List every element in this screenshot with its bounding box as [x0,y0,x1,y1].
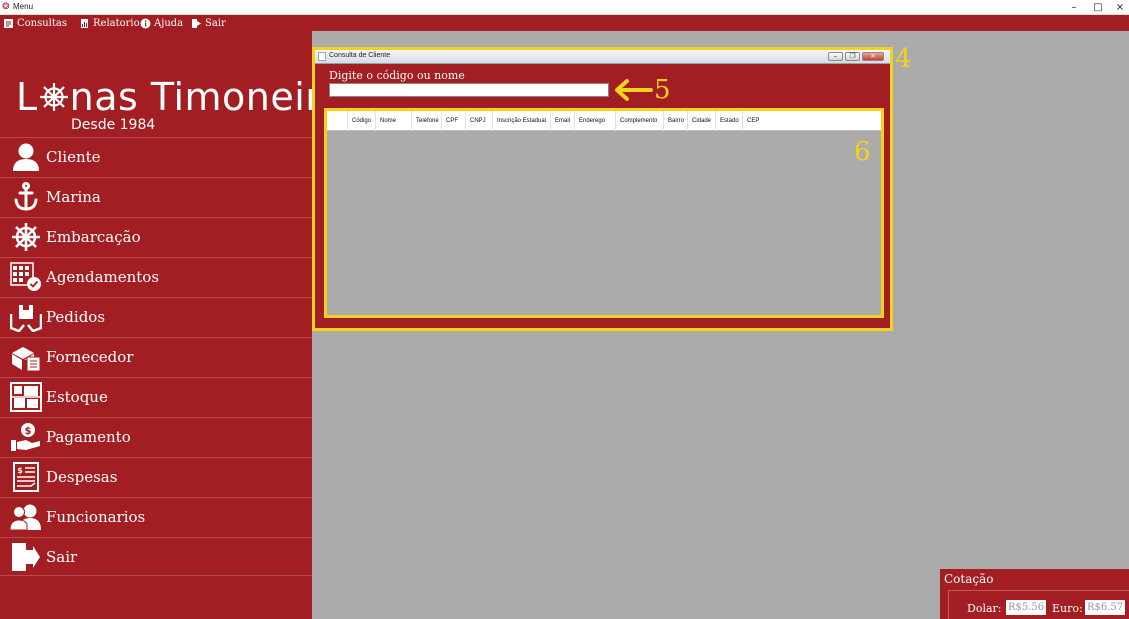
menu-strip: Consultas Relatorio Ajuda Sair [0,15,1129,31]
row-header-corner [327,111,347,131]
ship-wheel-icon [39,83,68,111]
sidebar-item-estoque[interactable]: Estoque [0,377,312,416]
annotation-marker-6: 6 [854,137,871,167]
sidebar-item-marina[interactable]: Marina [0,177,312,216]
dolar-value: R$5.56 [1006,600,1047,615]
cotacao-box: Dolar: R$5.56 Euro: R$6.57 [948,590,1129,619]
sidebar-item-pedidos[interactable]: Pedidos [0,297,312,336]
calendar-icon [8,261,44,293]
document-icon [318,52,326,61]
maximize-button[interactable]: □ [1087,0,1109,15]
brand-letter: L [16,75,38,119]
menu-label: Relatorio [93,17,140,29]
sidebar-item-label: Sair [46,547,78,566]
annotation-marker-4: 4 [895,44,912,74]
employees-icon [8,501,44,533]
orders-icon [8,301,44,333]
sidebar-item-label: Despesas [46,468,118,486]
exit-icon [8,541,44,573]
menu-label: Consultas [17,17,67,29]
sidebar-item-label: Marina [46,188,101,206]
search-prompt-label: Digite o código ou nome [329,69,465,82]
column-header[interactable]: Código [347,111,375,131]
column-header[interactable]: Email [550,111,574,131]
sidebar-item-label: Fornecedor [46,348,134,366]
menu-consultas[interactable]: Consultas [3,16,67,30]
exit-icon [191,18,202,29]
child-minimize-button[interactable]: – [828,52,843,61]
child-window-title: Consulta de Cliente [329,52,391,59]
grid-header: Código Nome Telefone CPF CNPJ Inscrição … [327,111,881,131]
supplier-icon [8,341,44,373]
consultas-icon [3,18,14,29]
app-icon: ❂ [2,2,10,12]
sidebar-item-label: Embarcação [46,228,141,246]
column-header[interactable]: Nome [375,111,411,131]
left-arrow-icon [615,79,653,101]
sidebar-item-funcionarios[interactable]: Funcionarios [0,497,312,536]
cotacao-panel: Cotação Dolar: R$5.56 Euro: R$6.57 [940,569,1129,619]
column-header[interactable]: Telefone [411,111,441,131]
column-header[interactable]: Complemento [615,111,663,131]
menu-sair[interactable]: Sair [191,16,226,30]
column-header[interactable]: Enderego [574,111,615,131]
brand-since: Desde 1984 [71,117,156,133]
sidebar-item-label: Agendamentos [46,268,160,286]
stock-icon [8,381,44,413]
consulta-cliente-window[interactable]: Consulta de Cliente – ❐ × Digite o códig… [312,47,893,331]
cotacao-title: Cotação [944,572,994,586]
menu-ajuda[interactable]: Ajuda [140,16,183,30]
euro-value: R$6.57 [1085,600,1126,615]
anchor-icon [8,181,44,213]
relatorio-icon [79,18,90,29]
child-title-bar[interactable]: Consulta de Cliente – ❐ × [315,50,890,64]
sidebar-item-sair[interactable]: Sair [0,537,312,576]
close-button[interactable]: × [1109,0,1129,15]
column-header[interactable]: Cidade [687,111,715,131]
sidebar-item-label: Pedidos [46,308,106,326]
column-header[interactable]: Estado [715,111,742,131]
svg-text:$: $ [17,466,23,475]
euro-label: Euro: [1052,602,1083,615]
sidebar-item-label: Funcionarios [46,508,146,526]
sidebar-item-embarcacao[interactable]: Embarcação [0,217,312,256]
brand-logo: Lnas Timoneiro Desde 1984 [0,45,344,135]
column-header[interactable]: Bairro [663,111,687,131]
sidebar-item-label: Pagamento [46,428,131,446]
window-title: Menu [13,2,34,11]
sidebar-item-agendamentos[interactable]: Agendamentos [0,257,312,296]
column-header[interactable]: CNPJ [465,111,492,131]
menu-label: Ajuda [154,17,184,29]
ship-wheel-icon [8,221,44,253]
brand-rest: nas Timoneiro [69,75,345,119]
child-close-button[interactable]: × [862,52,884,61]
brand-name: Lnas Timoneiro [16,75,344,119]
column-header[interactable]: CPF [441,111,465,131]
dolar-label: Dolar: [967,602,1002,615]
sidebar: Lnas Timoneiro Desde 1984 Cliente Marina… [0,31,344,619]
annotation-marker-5: 5 [654,75,671,105]
column-header[interactable]: Inscrição Estadual [492,111,550,131]
search-input[interactable] [329,83,609,97]
menu-label: Sair [205,17,226,29]
expenses-icon: $ [8,461,44,493]
info-icon [140,18,151,29]
sidebar-item-cliente[interactable]: Cliente [0,137,312,176]
clientes-grid[interactable]: Código Nome Telefone CPF CNPJ Inscrição … [324,108,884,318]
column-header[interactable]: CEP [742,111,881,131]
svg-text:$: $ [25,426,32,437]
payment-icon: $ [8,421,44,453]
sidebar-item-despesas[interactable]: $ Despesas [0,457,312,496]
menu-relatorio[interactable]: Relatorio [79,16,140,30]
sidebar-item-label: Estoque [46,388,108,406]
minimize-button[interactable]: – [1063,0,1085,15]
sidebar-item-pagamento[interactable]: $ Pagamento [0,417,312,456]
title-bar: ❂ Menu – □ × [0,0,1129,15]
child-restore-button[interactable]: ❐ [845,52,860,61]
sidebar-item-label: Cliente [46,148,101,166]
sidebar-item-fornecedor[interactable]: Fornecedor [0,337,312,376]
user-icon [8,141,44,173]
